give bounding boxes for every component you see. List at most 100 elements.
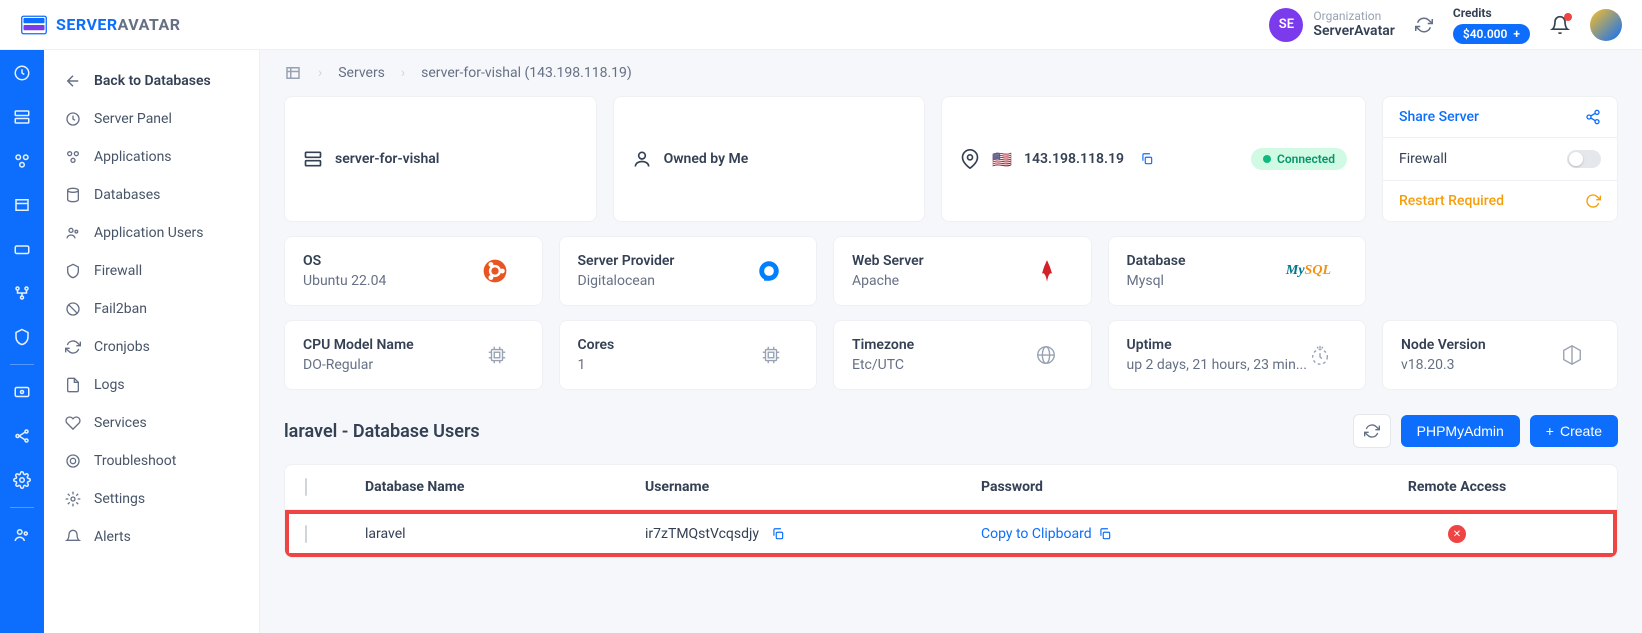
notifications-icon[interactable] <box>1550 15 1570 35</box>
sidebar-label: Firewall <box>94 263 142 279</box>
owned-label: Owned by Me <box>664 151 749 167</box>
org-avatar: SE <box>1269 8 1303 42</box>
table-header: Database Name Username Password Remote A… <box>285 465 1617 510</box>
restart-icon <box>1585 193 1601 209</box>
plus-icon: + <box>1513 27 1520 41</box>
row-checkbox[interactable] <box>305 525 307 543</box>
icon-rail <box>0 50 44 633</box>
back-to-databases[interactable]: Back to Databases <box>44 62 259 100</box>
rail-billing-icon[interactable] <box>13 383 31 401</box>
heart-icon <box>64 414 82 432</box>
firewall-toggle[interactable] <box>1567 150 1601 168</box>
server-icon <box>303 149 323 169</box>
user-icon <box>632 149 652 169</box>
rail-apps-icon[interactable] <box>13 152 31 170</box>
sidebar-fail2ban[interactable]: Fail2ban <box>44 290 259 328</box>
logo[interactable]: SERVERAVATAR <box>20 11 181 39</box>
server-name: server-for-vishal <box>335 151 439 167</box>
breadcrumb-servers[interactable]: Servers <box>338 65 385 81</box>
back-label: Back to Databases <box>94 73 211 89</box>
rail-integrations-icon[interactable] <box>13 427 31 445</box>
refresh-icon[interactable] <box>1415 16 1433 34</box>
sidebar-firewall[interactable]: Firewall <box>44 252 259 290</box>
app-header: SERVERAVATAR SE Organization ServerAvata… <box>0 0 1642 50</box>
breadcrumb-current: server-for-vishal (143.198.118.19) <box>421 65 632 81</box>
sidebar-settings[interactable]: Settings <box>44 480 259 518</box>
os-card: OSUbuntu 22.04 <box>284 236 543 306</box>
sidebar-databases[interactable]: Databases <box>44 176 259 214</box>
users-icon <box>64 224 82 242</box>
phpmyadmin-button[interactable]: PHPMyAdmin <box>1401 415 1520 447</box>
sidebar-server-panel[interactable]: Server Panel <box>44 100 259 138</box>
sidebar-label: Cronjobs <box>94 339 150 355</box>
refresh-table-button[interactable] <box>1353 414 1391 448</box>
sidebar-label: Applications <box>94 149 172 165</box>
rail-shield-icon[interactable] <box>13 328 31 346</box>
nodejs-icon <box>1561 344 1583 366</box>
rail-settings-icon[interactable] <box>13 471 31 489</box>
mysql-icon: MySQL <box>1286 263 1331 279</box>
node-card: Node Versionv18.20.3 <box>1382 320 1618 390</box>
sidebar-alerts[interactable]: Alerts <box>44 518 259 556</box>
sidebar-label: Logs <box>94 377 125 393</box>
th-db-name: Database Name <box>365 479 645 495</box>
create-button[interactable]: +Create <box>1530 415 1618 447</box>
rail-db-icon[interactable] <box>13 196 31 214</box>
sidebar-logs[interactable]: Logs <box>44 366 259 404</box>
sidebar-label: Application Users <box>94 225 203 241</box>
cpu-icon <box>486 344 508 366</box>
logo-text: SERVERAVATAR <box>56 15 181 34</box>
credits-badge[interactable]: $40.000+ <box>1453 24 1530 44</box>
globe-icon <box>1035 344 1057 366</box>
sidebar-cronjobs[interactable]: Cronjobs <box>44 328 259 366</box>
webserver-card: Web ServerApache <box>833 236 1092 306</box>
sidebar-app-users[interactable]: Application Users <box>44 214 259 252</box>
sidebar-troubleshoot[interactable]: Troubleshoot <box>44 442 259 480</box>
sidebar-applications[interactable]: Applications <box>44 138 259 176</box>
ip-card: 🇺🇸 143.198.118.19 Connected <box>941 96 1366 222</box>
digitalocean-icon <box>756 258 782 284</box>
copy-ip-icon[interactable] <box>1140 152 1154 166</box>
copy-password-link[interactable]: Copy to Clipboard <box>981 526 1317 542</box>
user-avatar[interactable] <box>1590 9 1622 41</box>
cpu-card: CPU Model NameDO-Regular <box>284 320 543 390</box>
copy-username-icon[interactable] <box>771 527 785 541</box>
list-icon[interactable] <box>284 64 302 82</box>
remote-access-disabled-icon[interactable]: ✕ <box>1448 525 1466 543</box>
org-name: ServerAvatar <box>1313 23 1394 40</box>
rail-storage-icon[interactable] <box>13 240 31 258</box>
gear-icon <box>64 490 82 508</box>
timezone-card: TimezoneEtc/UTC <box>833 320 1092 390</box>
table-row: laravel ir7zTMQstVcqsdjy Copy to Clipboa… <box>285 510 1617 557</box>
rail-network-icon[interactable] <box>13 284 31 302</box>
clock-icon <box>64 338 82 356</box>
breadcrumb: › Servers › server-for-vishal (143.198.1… <box>284 50 1618 96</box>
ubuntu-icon <box>482 258 508 284</box>
restart-row[interactable]: Restart Required <box>1383 181 1617 221</box>
lifebuoy-icon <box>64 452 82 470</box>
sidebar-services[interactable]: Services <box>44 404 259 442</box>
share-icon <box>1585 109 1601 125</box>
rail-team-icon[interactable] <box>13 526 31 544</box>
main-content: › Servers › server-for-vishal (143.198.1… <box>260 50 1642 633</box>
th-username: Username <box>645 479 981 495</box>
rail-servers-icon[interactable] <box>13 108 31 126</box>
shield-icon <box>64 262 82 280</box>
provider-card: Server ProviderDigitalocean <box>559 236 818 306</box>
file-icon <box>64 376 82 394</box>
sidebar-label: Settings <box>94 491 145 507</box>
section-title: laravel - Database Users <box>284 421 480 442</box>
sidebar-label: Fail2ban <box>94 301 147 317</box>
database-icon <box>64 186 82 204</box>
org-switcher[interactable]: SE Organization ServerAvatar <box>1269 8 1394 42</box>
sidebar-label: Databases <box>94 187 160 203</box>
server-name-card: server-for-vishal <box>284 96 597 222</box>
select-all-checkbox[interactable] <box>305 478 307 496</box>
side-actions-card: Share Server Firewall Restart Required <box>1382 96 1618 222</box>
share-server-row[interactable]: Share Server <box>1383 97 1617 138</box>
cores-card: Cores1 <box>559 320 818 390</box>
flag-icon: 🇺🇸 <box>992 150 1012 169</box>
cores-icon <box>760 344 782 366</box>
sidebar-label: Services <box>94 415 147 431</box>
rail-dashboard-icon[interactable] <box>13 64 31 82</box>
